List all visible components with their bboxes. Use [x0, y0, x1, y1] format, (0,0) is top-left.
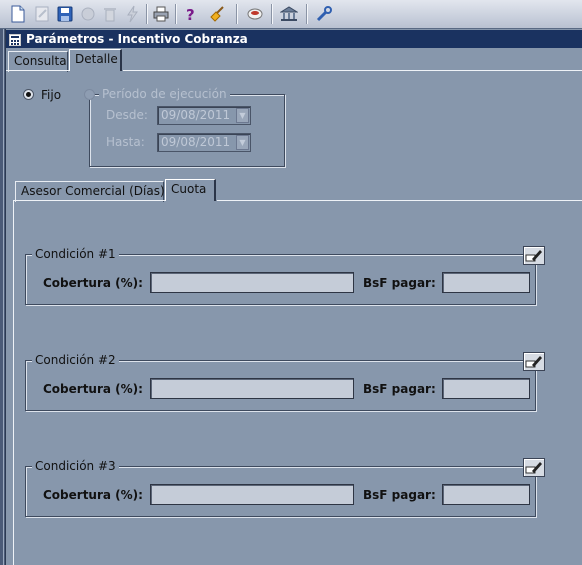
period-label: Período de ejecución: [99, 87, 230, 101]
period-group: [89, 94, 285, 167]
condition-1-edit-button[interactable]: [523, 246, 545, 265]
toolbar-separator: [146, 4, 148, 24]
condition-2-edit-button[interactable]: [523, 352, 545, 371]
toolbar-separator: [306, 4, 308, 24]
toolbar-separator: [236, 4, 238, 24]
tab-consulta-label: Consulta: [14, 54, 67, 68]
chevron-down-icon[interactable]: ▼: [236, 135, 249, 150]
tab-cuota[interactable]: Cuota: [165, 179, 216, 201]
tab-asesor-label: Asesor Comercial (Días): [21, 184, 165, 198]
subtab-panel-edge: [13, 200, 14, 565]
toolbar-separator: [175, 4, 177, 24]
clear-icon[interactable]: [209, 5, 227, 23]
condition-1-bsf-label: BsF pagar:: [363, 276, 436, 290]
condition-1-cobertura-input[interactable]: [150, 272, 354, 293]
svg-text:?: ?: [186, 6, 195, 23]
tab-asesor-comercial[interactable]: Asesor Comercial (Días): [15, 181, 165, 202]
tab-strip-line: [6, 70, 69, 71]
edit-icon: [525, 462, 542, 474]
subtab-strip-line: [217, 200, 582, 201]
subtab-strip-line: [13, 200, 165, 201]
calculator-icon: [9, 33, 21, 46]
condition-3-cobertura-label: Cobertura (%):: [43, 488, 143, 502]
condition-1-bsf-input[interactable]: [442, 272, 530, 293]
chevron-down-icon[interactable]: ▼: [236, 108, 249, 123]
condition-2-cobertura-label: Cobertura (%):: [43, 382, 143, 396]
fijo-label: Fijo: [41, 88, 62, 102]
condition-2-bsf-label: BsF pagar:: [363, 382, 436, 396]
bank-icon[interactable]: [279, 5, 299, 23]
condition-1-title: Condición #1: [32, 247, 119, 261]
desde-label: Desde:: [106, 108, 148, 122]
condition-3-title: Condición #3: [32, 459, 119, 473]
tab-detalle-label: Detalle: [75, 52, 118, 66]
condition-2-title: Condición #2: [32, 353, 119, 367]
new-icon[interactable]: [9, 5, 27, 23]
tools-icon[interactable]: [315, 5, 333, 23]
edit-icon: [525, 356, 542, 368]
toolbar-separator: [271, 4, 273, 24]
window-title-bar: Parámetros - Incentivo Cobranza: [6, 30, 582, 48]
condition-3-bsf-input[interactable]: [442, 484, 530, 505]
hasta-date-field[interactable]: 09/08/2011 ▼: [157, 133, 251, 152]
delete-icon[interactable]: [101, 5, 119, 23]
condition-3-bsf-label: BsF pagar:: [363, 488, 436, 502]
edit-icon: [525, 250, 542, 262]
hasta-date-value: 09/08/2011: [161, 135, 231, 149]
condition-3-cobertura-input[interactable]: [150, 484, 354, 505]
period-radio[interactable]: [84, 89, 95, 100]
hasta-label: Hasta:: [106, 135, 145, 149]
fijo-radio[interactable]: [23, 89, 34, 100]
tab-cuota-label: Cuota: [171, 182, 207, 196]
toolbar: ?: [0, 0, 582, 29]
condition-2-cobertura-input[interactable]: [150, 378, 354, 399]
save-icon[interactable]: [56, 5, 74, 23]
desde-date-value: 09/08/2011: [161, 108, 231, 122]
tab-strip-line: [123, 70, 582, 71]
print-icon[interactable]: [152, 5, 170, 23]
window-frame-edge: [0, 29, 6, 565]
run-icon[interactable]: [124, 5, 142, 23]
cancel-icon[interactable]: [79, 5, 97, 23]
condition-3-edit-button[interactable]: [523, 458, 545, 477]
tab-detalle[interactable]: Detalle: [69, 49, 122, 71]
edit-icon[interactable]: [33, 5, 51, 23]
window-title: Parámetros - Incentivo Cobranza: [26, 32, 248, 46]
desde-date-field[interactable]: 09/08/2011 ▼: [157, 106, 251, 125]
help-icon[interactable]: ?: [182, 5, 200, 24]
cup-icon[interactable]: [246, 5, 264, 23]
condition-1-cobertura-label: Cobertura (%):: [43, 276, 143, 290]
tab-consulta[interactable]: Consulta: [8, 51, 68, 72]
condition-2-bsf-input[interactable]: [442, 378, 530, 399]
